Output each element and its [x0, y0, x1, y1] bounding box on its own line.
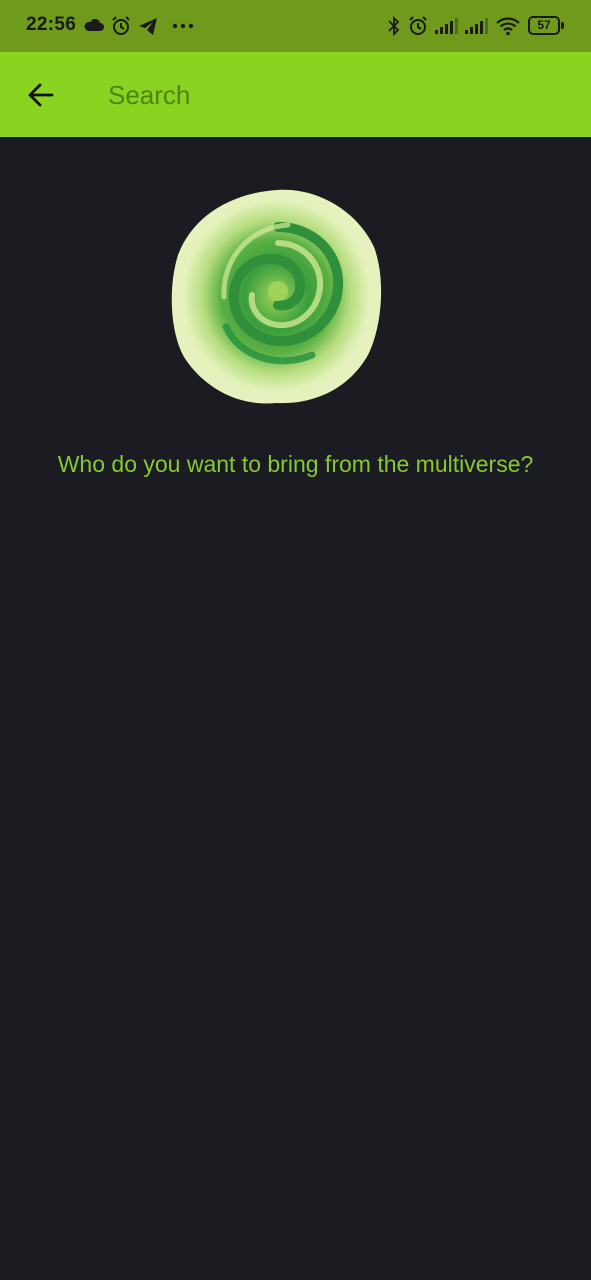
- signal-icon: [435, 18, 458, 34]
- prompt-text: Who do you want to bring from the multiv…: [57, 451, 534, 477]
- portal-swirl-image: [171, 189, 382, 404]
- alarm-icon: [409, 16, 427, 35]
- status-time: 22:56: [26, 14, 77, 35]
- battery-tip: [561, 22, 564, 29]
- telegram-icon: [139, 18, 157, 35]
- alarm-icon: [112, 16, 130, 35]
- bluetooth-icon: [388, 15, 400, 37]
- more-dots-icon: [172, 23, 194, 29]
- wifi-icon: [496, 17, 520, 36]
- cloud-icon: [84, 18, 104, 31]
- battery-icon: 57: [528, 16, 560, 35]
- signal-icon: [465, 18, 488, 34]
- status-bar: 22:56 57: [0, 0, 591, 52]
- app-bar: [0, 52, 591, 137]
- main-content: Who do you want to bring from the multiv…: [0, 137, 591, 1280]
- arrow-left-icon: [28, 83, 54, 107]
- back-button[interactable]: [18, 72, 64, 118]
- battery-level: 57: [537, 18, 551, 32]
- search-input[interactable]: [108, 74, 568, 116]
